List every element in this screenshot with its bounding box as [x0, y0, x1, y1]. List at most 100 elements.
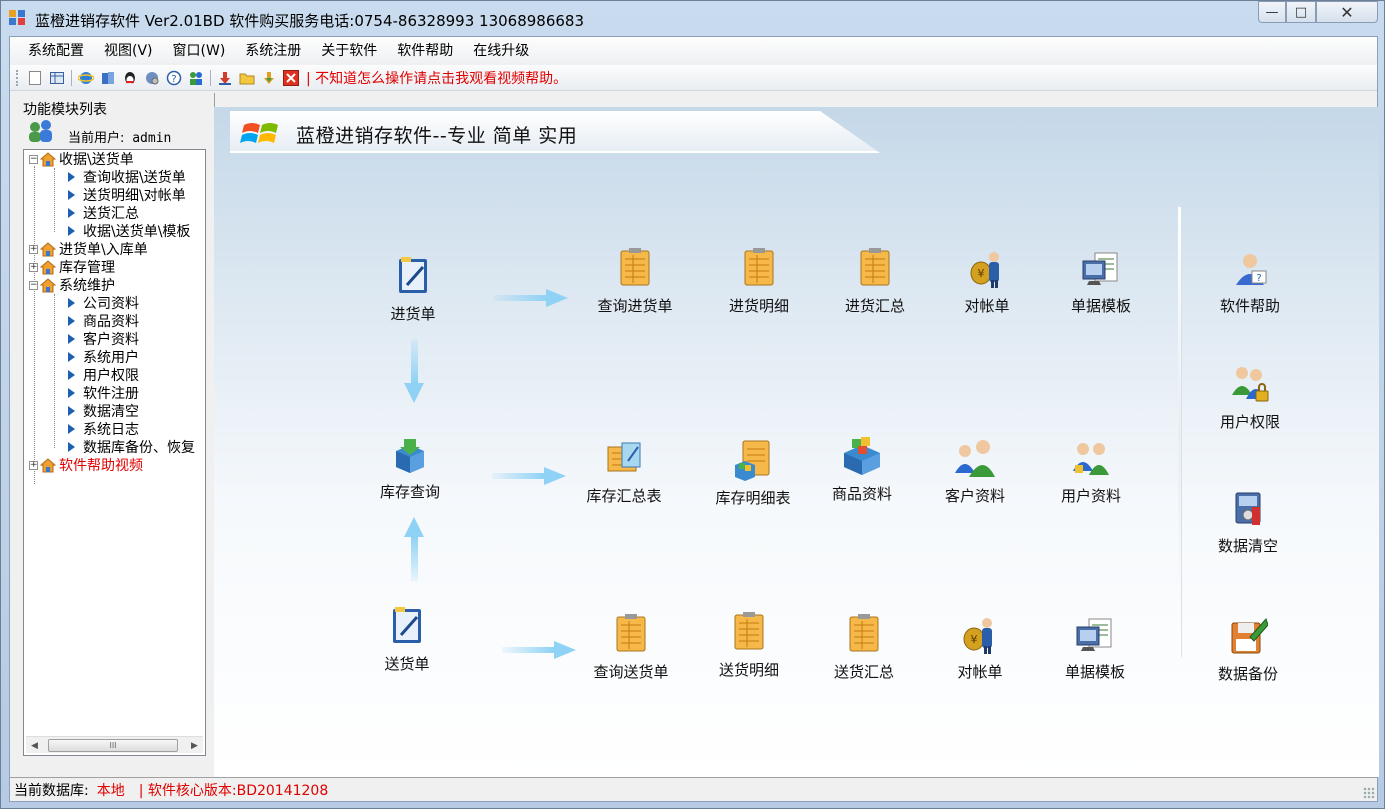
- customers-icon: [955, 440, 995, 477]
- home-icon: [39, 241, 57, 257]
- tree-horizontal-scrollbar[interactable]: ◀ III ▶: [26, 736, 203, 753]
- tree-group-help-video[interactable]: + 软件帮助视频: [29, 456, 143, 474]
- ledger-icon: [734, 612, 764, 650]
- tree-item-software-register[interactable]: 软件注册: [68, 384, 139, 402]
- current-user-name: admin: [132, 131, 172, 146]
- tile-template-delivery[interactable]: 单据模板: [1040, 613, 1150, 687]
- svg-text:?: ?: [1256, 273, 1261, 284]
- tile-product-info[interactable]: 商品资料: [807, 435, 917, 509]
- grid-icon[interactable]: [46, 67, 68, 89]
- resize-grip[interactable]: [1363, 787, 1375, 799]
- tile-data-backup[interactable]: 数据备份: [1193, 615, 1303, 689]
- ie-icon[interactable]: [75, 67, 97, 89]
- tile-template-purchase[interactable]: 单据模板: [1046, 247, 1156, 321]
- tile-user-permission[interactable]: 用户权限: [1195, 363, 1305, 437]
- menu-bar: 系统配置 视图(V) 窗口(W) 系统注册 关于软件 软件帮助 在线升级: [10, 37, 1377, 65]
- tree-item-db-backup[interactable]: 数据库备份、恢复: [68, 438, 195, 456]
- tile-data-clear[interactable]: 数据清空: [1193, 487, 1303, 561]
- svg-text:?: ?: [171, 74, 176, 85]
- tile-delivery-summary[interactable]: 送货汇总: [809, 613, 919, 687]
- tile-user-info[interactable]: 用户资料: [1036, 437, 1146, 511]
- scroll-left-icon[interactable]: ◀: [26, 737, 43, 754]
- minimize-button[interactable]: —: [1258, 1, 1286, 23]
- tile-purchase-order[interactable]: 进货单: [358, 255, 468, 329]
- main-dashboard: 蓝橙进销存软件--专业 简单 实用 进货单 查询进货单 进货明细 进货汇总 ¥ …: [214, 107, 1379, 777]
- tree-item-delivery-summary[interactable]: 送货汇总: [68, 204, 139, 222]
- menu-view[interactable]: 视图(V): [94, 37, 163, 65]
- tile-software-help[interactable]: ? 软件帮助: [1195, 247, 1305, 321]
- download-icon[interactable]: [258, 67, 280, 89]
- tree-expand-toggle[interactable]: +: [29, 262, 38, 272]
- module-tree[interactable]: − 收据\送货单 查询收据\送货单 送货明细\对帐单 送货汇总 收据\送货单\模…: [23, 149, 206, 756]
- help-icon[interactable]: ?: [163, 67, 185, 89]
- tile-inventory-summary[interactable]: 库存汇总表: [569, 437, 679, 511]
- qq-icon[interactable]: [119, 67, 141, 89]
- menu-system-config[interactable]: 系统配置: [18, 37, 94, 65]
- tile-statement-delivery[interactable]: ¥ 对帐单: [925, 613, 1035, 687]
- tree-arrow-icon: [68, 424, 75, 434]
- tree-arrow-icon: [68, 316, 75, 326]
- tree-item-company-info[interactable]: 公司资料: [68, 294, 139, 312]
- tree-group-purchase[interactable]: + 进货单\入库单: [29, 240, 148, 258]
- close-icon: ✕: [1340, 2, 1354, 22]
- users-icon[interactable]: [185, 67, 207, 89]
- scroll-thumb[interactable]: III: [48, 739, 178, 752]
- tile-label: 数据清空: [1217, 537, 1278, 555]
- tree-expand-toggle[interactable]: +: [29, 244, 38, 254]
- tree-item-system-users[interactable]: 系统用户: [68, 348, 139, 366]
- tree-item-query-receipt[interactable]: 查询收据\送货单: [68, 168, 186, 186]
- menu-system-register[interactable]: 系统注册: [235, 37, 311, 65]
- tile-query-purchase[interactable]: 查询进货单: [580, 247, 690, 321]
- ie-settings-icon[interactable]: [141, 67, 163, 89]
- tree-item-system-log[interactable]: 系统日志: [68, 420, 139, 438]
- menu-online-upgrade[interactable]: 在线升级: [463, 37, 539, 65]
- tree-expand-toggle[interactable]: +: [29, 460, 38, 470]
- tile-inventory-detail[interactable]: 库存明细表: [698, 439, 808, 513]
- tree-item-receipt-template[interactable]: 收据\送货单\模板: [68, 222, 190, 240]
- tree-item-user-permission[interactable]: 用户权限: [68, 366, 139, 384]
- tile-delivery-detail[interactable]: 送货明细: [694, 611, 804, 685]
- order-book-icon: [399, 257, 427, 293]
- maximize-button[interactable]: □: [1286, 1, 1316, 23]
- tile-query-delivery[interactable]: 查询送货单: [576, 613, 686, 687]
- tree-item-customer-info[interactable]: 客户资料: [68, 330, 139, 348]
- tree-item-data-clear[interactable]: 数据清空: [68, 402, 139, 420]
- tile-delivery-order[interactable]: 送货单: [352, 605, 462, 679]
- tree-item-product-info[interactable]: 商品资料: [68, 312, 139, 330]
- tile-label: 进货单: [390, 305, 436, 323]
- close-red-icon[interactable]: [280, 67, 302, 89]
- tree-label: 送货汇总: [83, 206, 139, 222]
- banner-title: 蓝橙进销存软件--专业 简单 实用: [296, 125, 578, 147]
- tile-statement-purchase[interactable]: ¥ 对帐单: [932, 247, 1042, 321]
- tree-item-delivery-detail[interactable]: 送货明细\对帐单: [68, 186, 186, 204]
- tree-group-receipt-delivery[interactable]: − 收据\送货单: [29, 150, 134, 168]
- video-help-link[interactable]: | 不知道怎么操作请点击我观看视频帮助。: [306, 68, 567, 88]
- tile-label: 查询进货单: [597, 297, 673, 315]
- import-icon[interactable]: [214, 67, 236, 89]
- tree-collapse-toggle[interactable]: −: [29, 154, 38, 164]
- svg-text:¥: ¥: [978, 267, 985, 280]
- tree-group-inventory[interactable]: + 库存管理: [29, 258, 115, 276]
- folder-icon[interactable]: [236, 67, 258, 89]
- tree-arrow-icon: [68, 298, 75, 308]
- tile-label: 库存查询: [379, 483, 440, 501]
- new-icon[interactable]: [24, 67, 46, 89]
- menu-window[interactable]: 窗口(W): [163, 37, 236, 65]
- tile-purchase-detail[interactable]: 进货明细: [704, 247, 814, 321]
- divider: [1178, 207, 1181, 657]
- order-book-icon: [393, 607, 421, 643]
- title-bar[interactable]: 蓝橙进销存软件 Ver2.01BD 软件购买服务电话:0754-86328993…: [1, 1, 1384, 35]
- tile-customer-info[interactable]: 客户资料: [920, 437, 1030, 511]
- books-icon[interactable]: [97, 67, 119, 89]
- tree-label: 软件注册: [83, 386, 139, 402]
- tree-group-system-maintenance[interactable]: − 系统维护: [29, 276, 115, 294]
- menu-about[interactable]: 关于软件: [311, 37, 387, 65]
- toolbar-grip[interactable]: [16, 69, 20, 86]
- tree-collapse-toggle[interactable]: −: [29, 280, 38, 290]
- tile-purchase-summary[interactable]: 进货汇总: [820, 247, 930, 321]
- scroll-right-icon[interactable]: ▶: [186, 737, 203, 754]
- close-button[interactable]: ✕: [1316, 1, 1378, 23]
- ledger-icon: [616, 614, 646, 652]
- tile-inventory-query[interactable]: 库存查询: [355, 433, 465, 507]
- menu-help[interactable]: 软件帮助: [387, 37, 463, 65]
